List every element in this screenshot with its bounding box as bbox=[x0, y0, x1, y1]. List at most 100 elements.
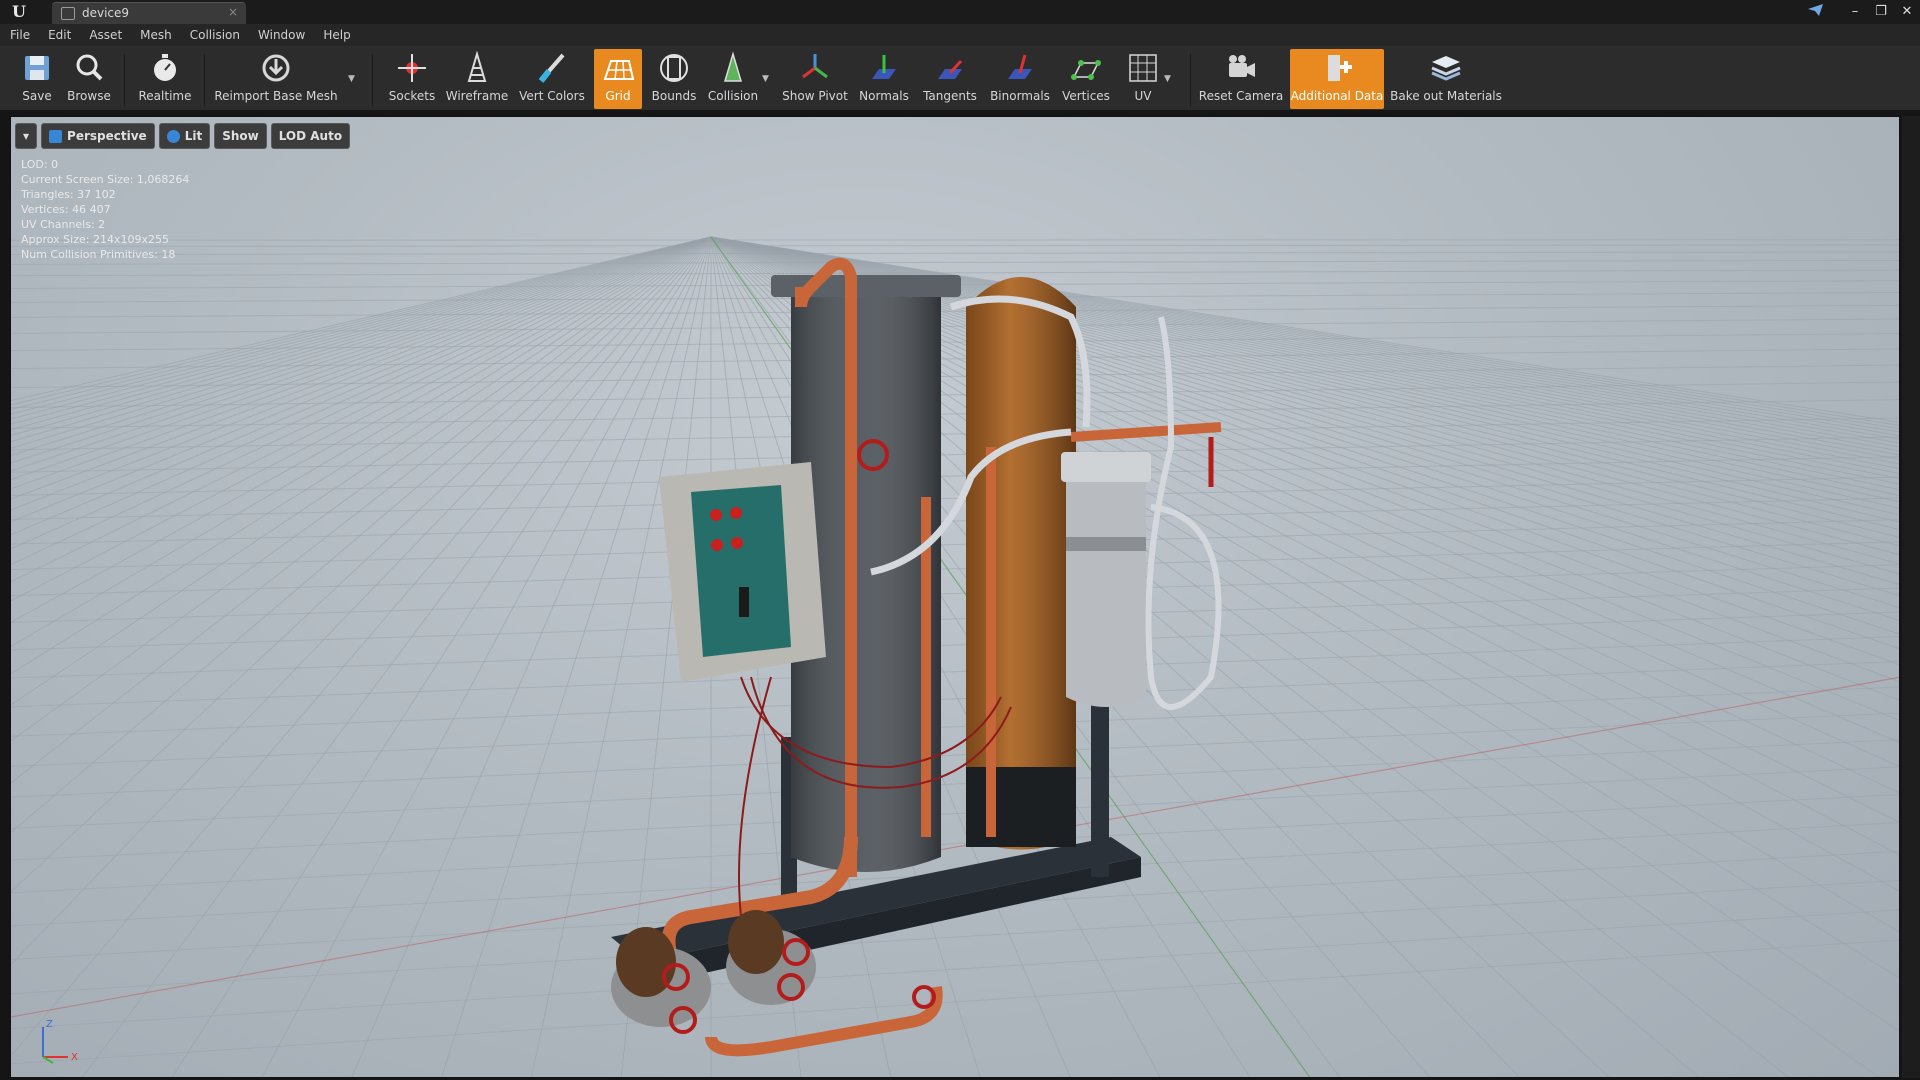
reimport-label: Reimport Base Mesh bbox=[214, 89, 338, 103]
collision-dropdown-icon[interactable]: ▼ bbox=[762, 74, 769, 84]
layers-icon bbox=[1426, 49, 1466, 87]
binormals-button[interactable]: Binormals bbox=[988, 49, 1052, 109]
mesh-viewport[interactable]: ▾ Perspective Lit Show LOD Auto LOD: 0 C… bbox=[10, 116, 1900, 1078]
browse-label: Browse bbox=[67, 89, 111, 103]
bake-out-materials-button[interactable]: Bake out Materials bbox=[1390, 49, 1502, 109]
minimize-button[interactable]: – bbox=[1842, 4, 1868, 19]
menu-file[interactable]: File bbox=[10, 28, 30, 42]
tangents-button[interactable]: Tangents bbox=[918, 49, 982, 109]
grid-icon bbox=[598, 49, 638, 87]
title-bar: U device9 × – ❐ ✕ bbox=[0, 0, 1920, 24]
menu-window[interactable]: Window bbox=[258, 28, 305, 42]
right-panel-edge bbox=[1902, 116, 1920, 1078]
normals-label: Normals bbox=[859, 89, 909, 103]
axis-z-label: Z bbox=[46, 1019, 53, 1030]
realtime-label: Realtime bbox=[138, 89, 192, 103]
bounds-button[interactable]: Bounds bbox=[650, 49, 698, 109]
vert-colors-label: Vert Colors bbox=[519, 89, 585, 103]
reset-camera-label: Reset Camera bbox=[1198, 89, 1284, 103]
lit-sphere-icon bbox=[166, 129, 180, 143]
stat-approx-size: Approx Size: 214x109x255 bbox=[21, 233, 169, 246]
axis-x-label: X bbox=[71, 1052, 78, 1063]
wireframe-label: Wireframe bbox=[445, 89, 509, 103]
uv-label: UV bbox=[1134, 89, 1152, 103]
wireframe-icon bbox=[457, 49, 497, 87]
vertices-icon bbox=[1066, 49, 1106, 87]
restore-button[interactable]: ❐ bbox=[1868, 4, 1894, 19]
camera-icon bbox=[1221, 49, 1261, 87]
tangents-icon bbox=[930, 49, 970, 87]
reimport-icon bbox=[256, 49, 296, 87]
reimport-dropdown-icon[interactable]: ▼ bbox=[348, 74, 355, 84]
binormals-label: Binormals bbox=[990, 89, 1050, 103]
checkmark-icon bbox=[49, 129, 63, 143]
device-mesh-preview bbox=[611, 257, 1222, 1057]
mesh-asset-icon bbox=[61, 7, 75, 20]
menu-help[interactable]: Help bbox=[323, 28, 350, 42]
stopwatch-icon bbox=[145, 49, 185, 87]
stat-lod: LOD: 0 bbox=[21, 158, 59, 171]
tangents-label: Tangents bbox=[923, 89, 977, 103]
vertices-label: Vertices bbox=[1062, 89, 1110, 103]
perspective-label: Perspective bbox=[67, 129, 147, 143]
vertices-button[interactable]: Vertices bbox=[1060, 49, 1112, 109]
document-tab[interactable]: device9 × bbox=[52, 2, 246, 24]
stat-vertices: Vertices: 46 407 bbox=[21, 203, 111, 216]
perspective-button[interactable]: Perspective bbox=[41, 123, 155, 149]
stat-screen-size: Current Screen Size: 1,068264 bbox=[21, 173, 190, 186]
sockets-button[interactable]: Sockets bbox=[386, 49, 438, 109]
stat-triangles: Triangles: 37 102 bbox=[21, 188, 116, 201]
menu-asset[interactable]: Asset bbox=[89, 28, 122, 42]
save-label: Save bbox=[22, 89, 52, 103]
stat-uv-channels: UV Channels: 2 bbox=[21, 218, 106, 231]
menu-bar: File Edit Asset Mesh Collision Window He… bbox=[0, 24, 1920, 46]
axis-gizmo-icon: Z X bbox=[42, 1019, 78, 1064]
tab-close-button[interactable]: × bbox=[228, 5, 238, 19]
show-button[interactable]: Show bbox=[214, 123, 267, 149]
wireframe-button[interactable]: Wireframe bbox=[446, 49, 508, 109]
normals-button[interactable]: Normals bbox=[856, 49, 912, 109]
bounds-icon bbox=[654, 49, 694, 87]
realtime-button[interactable]: Realtime bbox=[136, 49, 194, 109]
uv-dropdown-icon[interactable]: ▼ bbox=[1164, 74, 1171, 84]
grid-button[interactable]: Grid bbox=[594, 49, 642, 109]
toolbar: Save Browse Realtime Reimport Base Mesh … bbox=[0, 46, 1920, 112]
show-pivot-button[interactable]: Show Pivot bbox=[782, 49, 848, 109]
pivot-icon bbox=[795, 49, 835, 87]
save-icon bbox=[17, 49, 57, 87]
additional-data-icon bbox=[1317, 49, 1357, 87]
uv-button[interactable]: UV bbox=[1120, 49, 1166, 109]
menu-edit[interactable]: Edit bbox=[48, 28, 71, 42]
normals-icon bbox=[864, 49, 904, 87]
bounds-label: Bounds bbox=[651, 89, 697, 103]
feedback-icon[interactable] bbox=[1807, 3, 1825, 17]
paintbrush-icon bbox=[532, 49, 572, 87]
reimport-base-mesh-button[interactable]: Reimport Base Mesh bbox=[214, 49, 338, 109]
browse-button[interactable]: Browse bbox=[64, 49, 114, 109]
bake-out-label: Bake out Materials bbox=[1390, 89, 1502, 103]
viewport-options-button[interactable]: ▾ bbox=[15, 123, 38, 149]
lit-button[interactable]: Lit bbox=[158, 123, 211, 149]
vert-colors-button[interactable]: Vert Colors bbox=[516, 49, 588, 109]
menu-collision[interactable]: Collision bbox=[190, 28, 240, 42]
menu-mesh[interactable]: Mesh bbox=[140, 28, 172, 42]
grid-label: Grid bbox=[605, 89, 631, 103]
uv-icon bbox=[1123, 49, 1163, 87]
binormals-icon bbox=[1000, 49, 1040, 87]
lod-auto-button[interactable]: LOD Auto bbox=[270, 123, 351, 149]
tab-title: device9 bbox=[82, 6, 130, 20]
unreal-logo-icon: U bbox=[12, 2, 26, 21]
collision-icon bbox=[713, 49, 753, 87]
sockets-label: Sockets bbox=[388, 89, 436, 103]
sockets-icon bbox=[392, 49, 432, 87]
additional-data-button[interactable]: Additional Data bbox=[1290, 49, 1384, 109]
lit-label: Lit bbox=[184, 129, 203, 143]
collision-button[interactable]: Collision bbox=[706, 49, 760, 109]
stat-collision-primitives: Num Collision Primitives: 18 bbox=[21, 248, 176, 261]
mesh-stats-overlay: LOD: 0 Current Screen Size: 1,068264 Tri… bbox=[21, 157, 189, 262]
save-button[interactable]: Save bbox=[18, 49, 56, 109]
show-pivot-label: Show Pivot bbox=[782, 89, 848, 103]
collision-label: Collision bbox=[707, 89, 759, 103]
close-window-button[interactable]: ✕ bbox=[1894, 4, 1920, 19]
reset-camera-button[interactable]: Reset Camera bbox=[1198, 49, 1284, 109]
